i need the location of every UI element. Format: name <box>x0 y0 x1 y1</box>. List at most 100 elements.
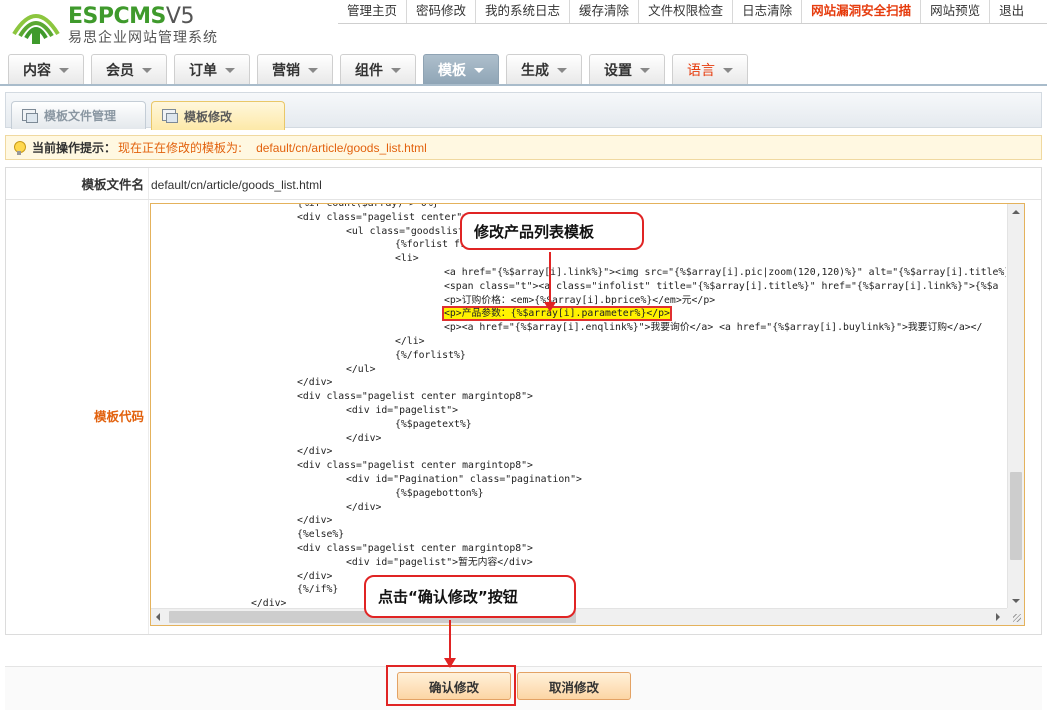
vertical-scrollbar[interactable] <box>1007 204 1024 609</box>
topnav-item[interactable]: 网站预览 <box>920 0 989 24</box>
annotation-callout-click-confirm: 点击“确认修改”按钮 <box>364 575 576 618</box>
annotation-arrow-icon <box>444 620 456 668</box>
label-column-divider <box>148 168 149 634</box>
logo-icon <box>12 14 60 44</box>
code-text: </div> <box>297 515 333 527</box>
subtab-label: 模板文件管理 <box>44 109 117 123</box>
nav-tab-label: 会员 <box>106 62 134 79</box>
nav-tab-label: 设置 <box>604 62 632 79</box>
code-line: {%/forlist%} <box>395 349 466 363</box>
code-line: {%$pagetext%} <box>395 418 472 432</box>
code-line: <p>订购价格：<em>{%$array[i].bprice%}</em>元</… <box>444 294 715 308</box>
main-navigation: 内容 会员 订单 营销 组件 模板 生成 设置 语言 <box>8 53 755 86</box>
annotation-callout-edit-template: 修改产品列表模板 <box>460 212 644 250</box>
topnav-item[interactable]: 缓存清除 <box>569 0 638 24</box>
top-navigation: 管理主页 密码修改 我的系统日志 缓存清除 文件权限检查 日志清除 网站漏洞安全扫描 网站预览… <box>338 0 1033 24</box>
code-text: </div> <box>297 446 333 458</box>
filename-value: default/cn/article/goods_list.html <box>151 178 322 192</box>
code-line: <ul class="goodslist"> <box>346 225 476 239</box>
code-line: </div> <box>297 514 332 528</box>
code-line: {%/if%} <box>297 583 338 597</box>
code-line: <li> <box>395 252 419 266</box>
nav-tab[interactable]: 订单 <box>174 54 250 84</box>
vertical-scroll-thumb[interactable] <box>1010 472 1022 560</box>
scroll-left-icon[interactable] <box>151 609 167 625</box>
nav-tab[interactable]: 内容 <box>8 54 84 84</box>
subtab-template-edit[interactable]: 模板修改 <box>151 101 285 130</box>
code-line: <span class="t"><a class="infolist" titl… <box>444 280 998 294</box>
logo-version: V5 <box>165 4 195 29</box>
document-icon <box>162 109 178 123</box>
topnav-item[interactable]: 我的系统日志 <box>475 0 569 24</box>
subtab-template-files[interactable]: 模板文件管理 <box>11 101 146 129</box>
code-text: {%$pagebotton%} <box>395 487 484 499</box>
code-line: <div class="pagelist center margintop8"> <box>297 390 533 404</box>
top-navigation-divider <box>338 23 1047 24</box>
scroll-right-icon[interactable] <box>990 609 1006 625</box>
resize-grip-icon[interactable] <box>1007 608 1024 625</box>
scroll-up-icon[interactable] <box>1008 204 1024 220</box>
main-navigation-divider <box>0 84 1047 86</box>
document-icon <box>22 108 38 123</box>
code-text: {%else%} <box>297 529 345 541</box>
code-text: <div class="pagelist center margintop8"> <box>297 391 533 403</box>
topnav-item[interactable]: 管理主页 <box>338 0 406 24</box>
chevron-down-icon <box>225 68 235 73</box>
template-code-editor[interactable]: {%if count($array) > 0%} <div class="page… <box>150 203 1025 626</box>
nav-tab[interactable]: 设置 <box>589 54 665 84</box>
logo[interactable]: ESPCMSV5 易思企业网站管理系统 <box>10 4 220 46</box>
chevron-down-icon <box>557 68 567 73</box>
code-text: <ul class="goodslist"> <box>346 225 476 237</box>
code-line: <div id="Pagination" class="pagination"> <box>346 473 582 487</box>
nav-tab-label: 营销 <box>272 62 300 79</box>
code-line: </div> <box>297 376 332 390</box>
code-text: </div> <box>297 570 333 582</box>
header: ESPCMSV5 易思企业网站管理系统 管理主页 密码修改 我的系统日志 缓存清除 文件… <box>0 0 1047 90</box>
nav-tab[interactable]: 营销 <box>257 54 333 84</box>
code-text: <div id="pagelist"> <box>346 405 459 416</box>
nav-tab-label: 生成 <box>521 62 549 79</box>
nav-tab-label: 模板 <box>438 62 466 79</box>
code-text: {%$pagetext%} <box>395 418 472 430</box>
topnav-item[interactable]: 密码修改 <box>406 0 475 24</box>
lightbulb-icon <box>12 140 26 155</box>
horizontal-scrollbar[interactable] <box>151 608 1024 625</box>
code-text: </div> <box>297 377 333 389</box>
topnav-item[interactable]: 文件权限检查 <box>638 0 732 24</box>
cancel-edit-button[interactable]: 取消修改 <box>517 672 631 700</box>
nav-tab[interactable]: 组件 <box>340 54 416 84</box>
subtab-bar: 模板文件管理 模板修改 <box>5 92 1042 130</box>
filename-row: 模板文件名 default/cn/article/goods_list.html <box>6 168 1041 200</box>
scroll-down-icon[interactable] <box>1008 593 1024 609</box>
chevron-down-icon <box>391 68 401 73</box>
nav-tab[interactable]: 会员 <box>91 54 167 84</box>
chevron-down-icon <box>308 68 318 73</box>
code-text: <span class="t"><a class="infolist" titl… <box>444 280 999 292</box>
confirm-button-highlight-box <box>386 665 516 706</box>
code-line: <p>产品参数：{%$array[i].parameter%}</p> <box>442 306 672 322</box>
topnav-item[interactable]: 网站漏洞安全扫描 <box>801 0 920 24</box>
chevron-down-icon <box>142 68 152 73</box>
chevron-down-icon <box>474 68 484 73</box>
code-label: 模板代码 <box>93 409 144 424</box>
nav-tab[interactable]: 模板 <box>423 54 499 84</box>
code-text: </div> <box>346 501 382 513</box>
logo-subtitle: 易思企业网站管理系统 <box>68 30 218 46</box>
annotation-arrow-icon <box>544 252 556 312</box>
code-textarea[interactable]: {%if count($array) > 0%} <div class="page… <box>151 204 1006 609</box>
chevron-down-icon <box>723 68 733 73</box>
code-text: <a href="{%$array[i].link%}"><img src="{… <box>444 267 1006 278</box>
chevron-down-icon <box>59 68 69 73</box>
topnav-item[interactable]: 日志清除 <box>732 0 801 24</box>
code-line: {%else%} <box>297 528 344 542</box>
nav-tab-label: 语言 <box>687 62 715 79</box>
nav-tab-label: 订单 <box>189 62 217 79</box>
nav-tab[interactable]: 语言 <box>672 54 748 84</box>
code-text: <div id="pagelist">暂无内容</div> <box>346 556 533 568</box>
topnav-item[interactable]: 退出 <box>989 0 1033 24</box>
code-line: </div> <box>297 445 332 459</box>
nav-tab[interactable]: 生成 <box>506 54 582 84</box>
subtab-label: 模板修改 <box>184 109 233 124</box>
code-line: </div> <box>297 570 332 584</box>
code-text: <li> <box>395 253 419 265</box>
